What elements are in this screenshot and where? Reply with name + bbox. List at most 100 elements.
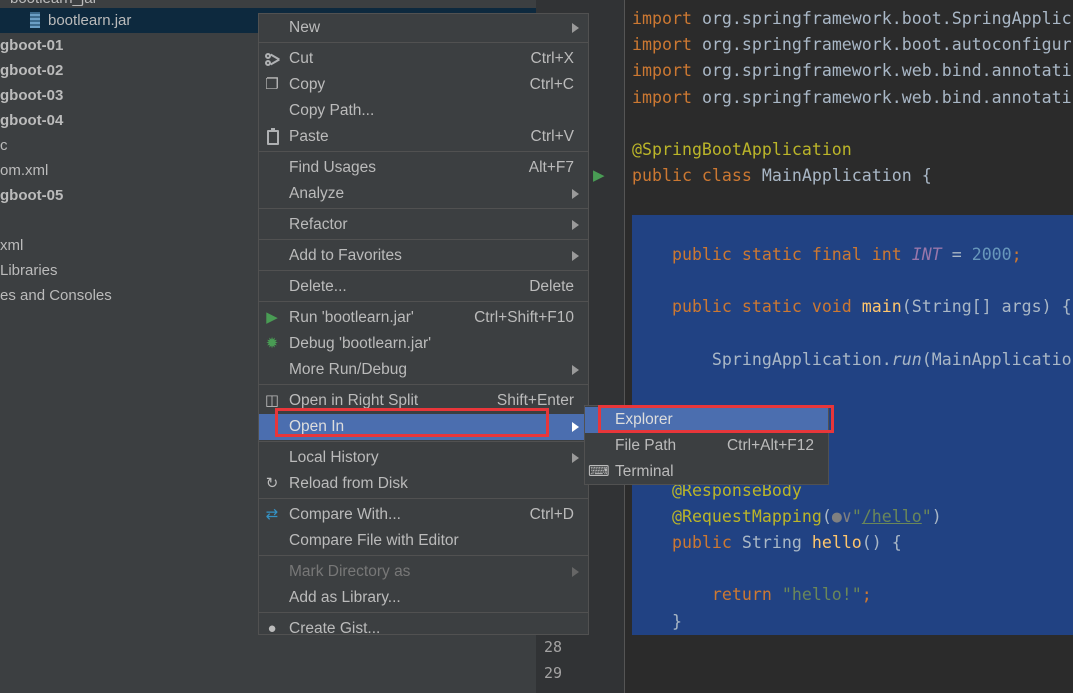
menu-item-label: Compare With... <box>289 506 401 523</box>
menu-item-open-in-right-split[interactable]: ◫ Open in Right Split Shift+Enter <box>259 388 588 414</box>
code-line: } <box>632 609 682 635</box>
tree-item-label: gboot-03 <box>0 87 64 104</box>
code-line: SpringApplication.run(MainApplicatio <box>632 347 1072 373</box>
menu-item-refactor[interactable]: Refactor <box>259 212 588 238</box>
code-token: MainApplication { <box>761 166 932 186</box>
code-token: " <box>851 506 862 526</box>
menu-item-paste[interactable]: Paste Ctrl+V <box>259 124 588 150</box>
code-token: (MainApplicatio <box>921 349 1072 369</box>
chevron-right-icon <box>572 365 579 375</box>
code-token: org.springframework.boot.SpringApplic <box>691 9 1072 28</box>
menu-item-reload-from-disk[interactable]: ↻ Reload from Disk <box>259 471 588 497</box>
chevron-right-icon <box>572 567 579 577</box>
chevron-right-icon <box>572 189 579 199</box>
code-token: " <box>921 506 932 526</box>
menu-item-label: Reload from Disk <box>289 475 408 492</box>
tree-item-label: es and Consoles <box>0 287 112 304</box>
tree-item-label: xml <box>0 237 24 254</box>
code-token: () { <box>861 533 902 552</box>
code-token: run <box>891 349 922 369</box>
code-line: public static void main(String[] args) { <box>632 294 1072 320</box>
menu-item-add-as-library[interactable]: Add as Library... <box>259 585 588 611</box>
menu-item-label: Open In <box>289 418 345 435</box>
menu-item-cut[interactable]: Cut Ctrl+X <box>259 46 588 72</box>
menu-item-compare-file-with-editor[interactable]: Compare File with Editor <box>259 528 588 554</box>
code-token: main <box>861 297 902 317</box>
menu-item-more-run-debug[interactable]: More Run/Debug <box>259 357 588 383</box>
menu-item-label: Local History <box>289 449 379 466</box>
run-gutter-icon[interactable]: ▶ <box>593 166 605 184</box>
jar-icon <box>30 12 40 28</box>
menu-item-shortcut: Alt+F7 <box>528 159 574 176</box>
code-token: org.springframework.boot.autoconfigur <box>691 35 1072 55</box>
code-line: return "hello!"; <box>632 582 872 608</box>
menu-item-create-gist[interactable]: ● Create Gist... <box>259 616 588 642</box>
menu-item-label: Compare File with Editor <box>289 532 459 549</box>
menu-item-label: Delete... <box>289 278 347 295</box>
code-token: org.springframework.web.bind.annotati <box>691 61 1072 81</box>
code-line: import org.springframework.web.bind.anno… <box>632 85 1072 111</box>
menu-item-label: Refactor <box>289 216 348 233</box>
menu-item-label: More Run/Debug <box>289 361 408 378</box>
tree-item-label: gboot-02 <box>0 62 64 79</box>
menu-item-label: Run 'bootlearn.jar' <box>289 309 414 326</box>
menu-item-shortcut: Ctrl+Alt+F12 <box>726 437 814 454</box>
tree-item-label: om.xml <box>0 162 49 179</box>
split-icon: ◫ <box>264 392 280 409</box>
code-line: import org.springframework.boot.autoconf… <box>632 32 1072 58</box>
menu-item-label: Cut <box>289 50 314 67</box>
code-token: ●∨ <box>831 506 852 526</box>
tree-item-label: c <box>0 137 8 154</box>
menu-item-compare-with[interactable]: ⇄ Compare With... Ctrl+D <box>259 502 588 528</box>
menu-item-local-history[interactable]: Local History <box>259 445 588 471</box>
submenu-item-terminal[interactable]: ⌨ Terminal <box>585 459 828 485</box>
code-line: public String hello() { <box>632 530 902 556</box>
menu-item-label: Paste <box>289 128 329 145</box>
menu-item-analyze[interactable]: Analyze <box>259 181 588 207</box>
code-line: public static final int INT = 2000; <box>632 242 1022 268</box>
chevron-right-icon <box>572 251 579 261</box>
menu-item-label: Open in Right Split <box>289 392 419 409</box>
copy-icon: ❐ <box>265 76 279 93</box>
menu-item-open-in[interactable]: Open In <box>259 414 588 440</box>
menu-item-label: New <box>289 19 321 36</box>
code-token: } <box>632 611 682 631</box>
menu-item-new[interactable]: New <box>259 15 588 41</box>
code-token: import <box>632 61 692 81</box>
submenu-item-file-path[interactable]: File Path Ctrl+Alt+F12 <box>585 433 828 459</box>
menu-item-copy-path[interactable]: Copy Path... <box>259 98 588 124</box>
code-token: public class <box>632 166 762 186</box>
tree-item-label: gboot-01 <box>0 37 64 54</box>
menu-item-copy[interactable]: ❐ Copy Ctrl+C <box>259 72 588 98</box>
chevron-right-icon <box>572 422 579 432</box>
submenu-item-explorer[interactable]: Explorer <box>585 407 828 433</box>
menu-item-label: Copy <box>289 76 326 93</box>
code-token: public <box>632 533 742 552</box>
tree-item-label: gboot-05 <box>0 187 64 204</box>
menu-item-debug-bootlearn-jar[interactable]: ✹ Debug 'bootlearn.jar' <box>259 331 588 357</box>
menu-item-label: Debug 'bootlearn.jar' <box>289 335 432 352</box>
terminal-icon: ⌨ <box>588 463 610 480</box>
menu-item-run-bootlearn-jar[interactable]: ▶ Run 'bootlearn.jar' Ctrl+Shift+F10 <box>259 305 588 331</box>
menu-item-label: Create Gist... <box>289 620 381 637</box>
menu-item-add-to-favorites[interactable]: Add to Favorites <box>259 243 588 269</box>
code-line: @RequestMapping(●∨"/hello") <box>632 504 942 530</box>
code-token: return <box>632 585 782 605</box>
menu-item-label: Mark Directory as <box>289 563 411 580</box>
menu-item-find-usages[interactable]: Find Usages Alt+F7 <box>259 155 588 181</box>
code-token: public static final int <box>632 244 912 264</box>
code-token: public static void <box>632 297 862 317</box>
menu-item-label: Add to Favorites <box>289 247 402 264</box>
menu-item-delete[interactable]: Delete... Delete <box>259 274 588 300</box>
code-token: @SpringBootApplication <box>632 140 852 159</box>
code-token: ; <box>861 585 872 605</box>
code-line: import org.springframework.boot.SpringAp… <box>632 6 1072 32</box>
code-token: String <box>741 533 812 552</box>
code-line: public class MainApplication { <box>632 163 932 189</box>
open-in-submenu: Explorer File Path Ctrl+Alt+F12 ⌨ Terminal <box>584 405 829 485</box>
menu-item-shortcut: Ctrl+D <box>529 506 574 523</box>
chevron-right-icon <box>572 453 579 463</box>
code-editor[interactable]: import org.springframework.boot.SpringAp… <box>625 0 1073 693</box>
context-menu: New Cut Ctrl+X ❐ Copy Ctrl+C Copy Path... Paste… <box>258 13 589 637</box>
chevron-right-icon <box>572 220 579 230</box>
